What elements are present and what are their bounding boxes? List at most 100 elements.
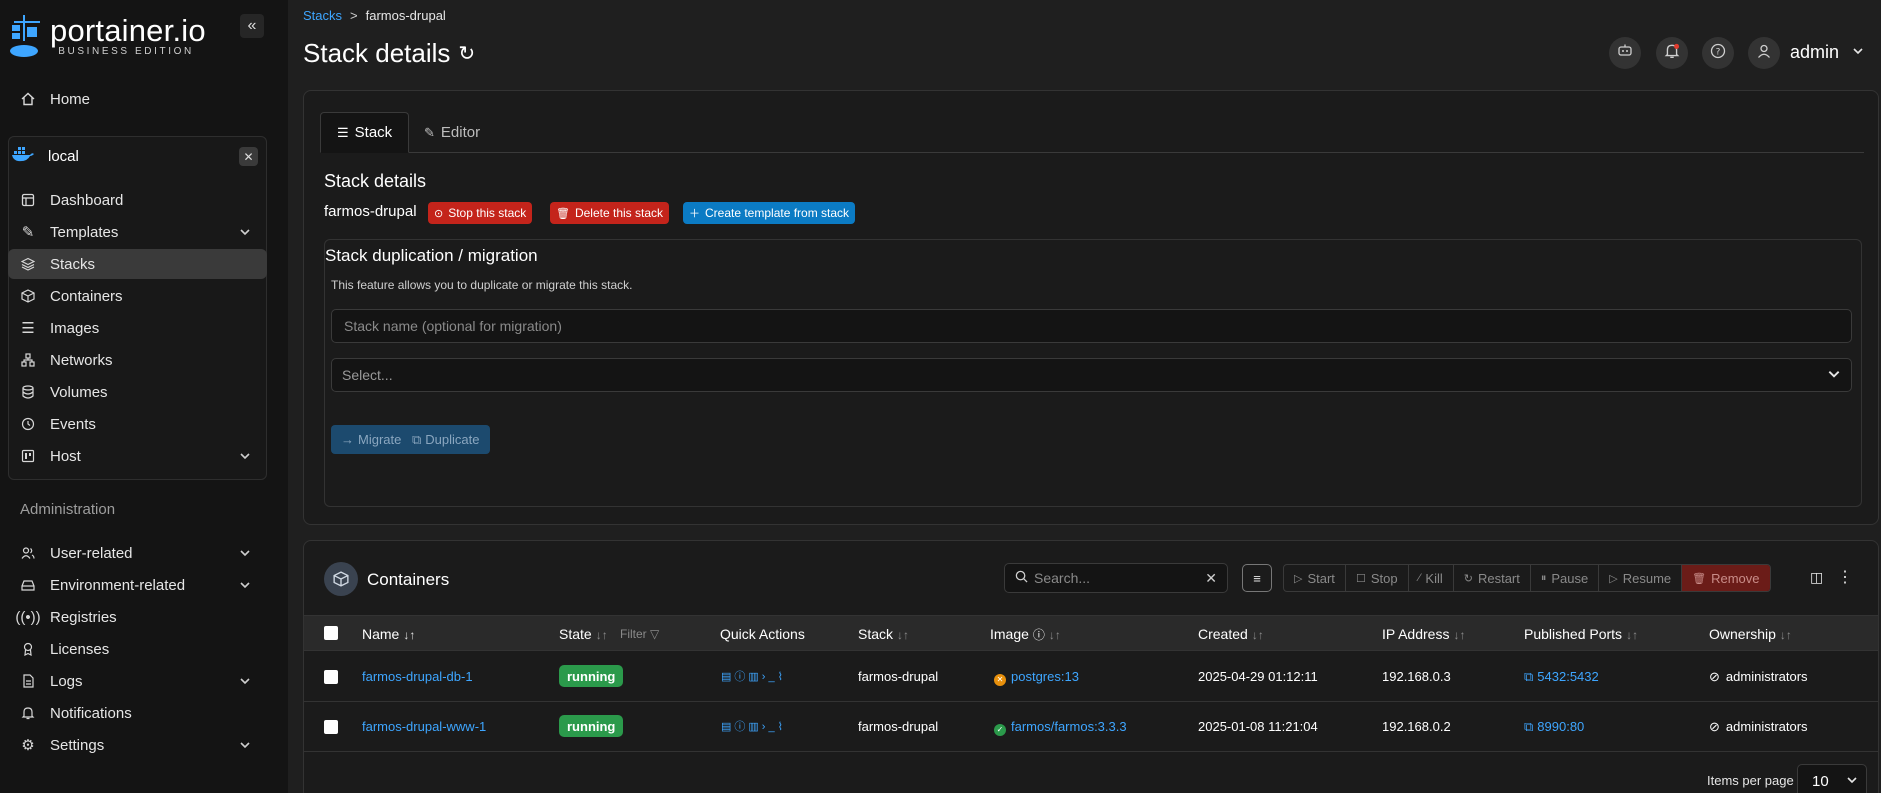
kill-button[interactable]: ⁄ Kill: [1409, 565, 1454, 591]
sidebar-item-volumes[interactable]: Volumes: [8, 377, 267, 407]
column-ownership[interactable]: Ownership ↓↑: [1709, 626, 1792, 642]
gear-icon: ⚙: [21, 737, 35, 754]
column-label: Ownership: [1709, 626, 1776, 642]
sidebar-item-dashboard[interactable]: Dashboard: [8, 185, 267, 215]
items-per-page-value: 10: [1812, 772, 1829, 790]
column-published-ports[interactable]: Published Ports ↓↑: [1524, 626, 1638, 642]
container-name-link[interactable]: farmos-drupal-db-1: [362, 669, 473, 684]
delete-stack-button[interactable]: 🗑 Delete this stack: [550, 202, 670, 224]
chat-button[interactable]: [1609, 37, 1641, 69]
button-label: Remove: [1711, 570, 1760, 586]
sidebar-item-label: Logs: [50, 672, 83, 690]
column-stack[interactable]: Stack ↓↑: [858, 626, 909, 642]
quick-actions-icons[interactable]: ▤ⓘ▥›_⌇: [721, 668, 786, 684]
tab-editor[interactable]: ✎ Editor: [408, 112, 496, 153]
sidebar-item-label: Settings: [50, 736, 105, 754]
portainer-logo[interactable]: portainer.io BUSINESS EDITION: [8, 12, 206, 60]
sidebar-item-label: Host: [50, 447, 81, 465]
sidebar-item-home[interactable]: Home: [8, 84, 267, 114]
help-button[interactable]: ?: [1702, 37, 1734, 69]
table-settings-button[interactable]: ≡: [1242, 564, 1272, 592]
sidebar-item-user-related[interactable]: User-related: [8, 538, 267, 568]
breadcrumb-stacks-link[interactable]: Stacks: [303, 8, 342, 23]
sidebar-item-host[interactable]: Host: [8, 441, 267, 471]
column-state[interactable]: State ↓↑: [559, 626, 608, 642]
tab-stack[interactable]: ☰ Stack: [320, 112, 410, 153]
published-port-link[interactable]: ⧉ 5432:5432: [1524, 669, 1599, 685]
chevron-down-icon: [239, 738, 251, 755]
close-icon: ✕: [243, 149, 254, 164]
chevron-down-icon: [239, 578, 251, 595]
clock-icon: [20, 416, 36, 432]
chevron-down-icon: [1846, 774, 1858, 789]
play-icon: ▷: [1294, 572, 1303, 585]
notifications-button[interactable]: [1656, 37, 1688, 69]
row-checkbox[interactable]: [324, 670, 338, 684]
remove-button[interactable]: 🗑 Remove: [1682, 565, 1770, 591]
container-name-link[interactable]: farmos-drupal-www-1: [362, 719, 486, 734]
pause-button[interactable]: ⏸ Pause: [1531, 565, 1600, 591]
sidebar-item-containers[interactable]: Containers: [8, 281, 267, 311]
columns-icon[interactable]: ◫: [1810, 569, 1823, 586]
list-icon: ☰: [337, 124, 349, 140]
environment-name: local: [48, 147, 79, 165]
button-label: Create template from stack: [705, 206, 850, 220]
more-vertical-icon[interactable]: ⋮: [1837, 567, 1853, 587]
clear-search-icon[interactable]: ✕: [1205, 570, 1217, 587]
chevron-down-icon[interactable]: [1852, 44, 1864, 60]
column-label: IP Address: [1382, 626, 1450, 642]
create-template-button[interactable]: ＋ Create template from stack: [683, 202, 856, 224]
user-name[interactable]: admin: [1790, 42, 1839, 63]
sidebar-item-networks[interactable]: Networks: [8, 345, 267, 375]
container-image-link[interactable]: ✕ postgres:13: [994, 669, 1079, 686]
stop-button[interactable]: ☐ Stop: [1346, 565, 1409, 591]
container-ownership: ⊘ administrators: [1709, 719, 1808, 735]
published-port-link[interactable]: ⧉ 8990:80: [1524, 719, 1584, 735]
sidebar-item-images[interactable]: ☰ Images: [8, 313, 267, 343]
sidebar-item-registries[interactable]: ((•)) Registries: [8, 602, 267, 632]
items-per-page-select[interactable]: 10: [1797, 764, 1867, 793]
external-link-icon: ⧉: [1524, 669, 1534, 684]
collapse-sidebar-button[interactable]: «: [240, 14, 264, 38]
search-input[interactable]: Search... ✕: [1004, 563, 1228, 593]
sort-icon: ↓↑: [1453, 628, 1466, 642]
quick-actions-icons[interactable]: ▤ⓘ▥›_⌇: [721, 718, 786, 734]
sidebar-item-templates[interactable]: ✎ Templates: [8, 217, 267, 247]
migrate-button[interactable]: → Migrate: [331, 425, 412, 454]
resume-button[interactable]: ▷ Resume: [1599, 565, 1683, 591]
stop-stack-button[interactable]: ⊙ Stop this stack: [428, 202, 533, 224]
host-icon: [20, 448, 36, 464]
user-avatar[interactable]: [1748, 37, 1780, 69]
help-circle-icon: ⓘ: [1032, 628, 1045, 642]
button-label: Stop this stack: [448, 206, 527, 220]
container-image-link[interactable]: ✓ farmos/farmos:3.3.3: [994, 719, 1127, 736]
stack-name-input[interactable]: Stack name (optional for migration): [331, 309, 1852, 343]
column-created[interactable]: Created ↓↑: [1198, 626, 1264, 642]
button-label: Delete this stack: [574, 206, 664, 220]
containers-title: Containers: [367, 570, 450, 589]
environment-select[interactable]: Select...: [331, 358, 1852, 392]
users-icon: [20, 545, 36, 561]
sidebar-item-events[interactable]: Events: [8, 409, 267, 439]
filter-lines-icon: ≡: [1253, 570, 1261, 586]
refresh-icon[interactable]: ↻: [458, 41, 475, 66]
select-all-checkbox[interactable]: [324, 626, 338, 640]
container-ownership: ⊘ administrators: [1709, 669, 1808, 685]
row-checkbox[interactable]: [324, 720, 338, 734]
sidebar-item-environment-related[interactable]: Environment-related: [8, 570, 267, 600]
duplicate-button[interactable]: ⧉ Duplicate: [402, 425, 490, 454]
state-filter[interactable]: Filter ▽: [620, 627, 659, 641]
column-name[interactable]: Name ↓↑: [362, 626, 415, 642]
sidebar-item-logs[interactable]: Logs: [8, 666, 267, 696]
column-ip-address[interactable]: IP Address ↓↑: [1382, 626, 1465, 642]
column-image[interactable]: Image ⓘ ↓↑: [990, 626, 1061, 643]
sidebar-item-stacks[interactable]: Stacks: [8, 249, 267, 279]
sidebar-item-licenses[interactable]: Licenses: [8, 634, 267, 664]
sidebar-item-notifications[interactable]: Notifications: [8, 698, 267, 728]
restart-button[interactable]: ↻ Restart: [1454, 565, 1531, 591]
environment-close-button[interactable]: ✕: [239, 147, 258, 166]
bell-icon: [1664, 43, 1680, 64]
sort-icon: ↓↑: [897, 628, 910, 642]
sidebar-item-settings[interactable]: ⚙ Settings: [8, 730, 267, 760]
start-button[interactable]: ▷ Start: [1284, 565, 1346, 591]
